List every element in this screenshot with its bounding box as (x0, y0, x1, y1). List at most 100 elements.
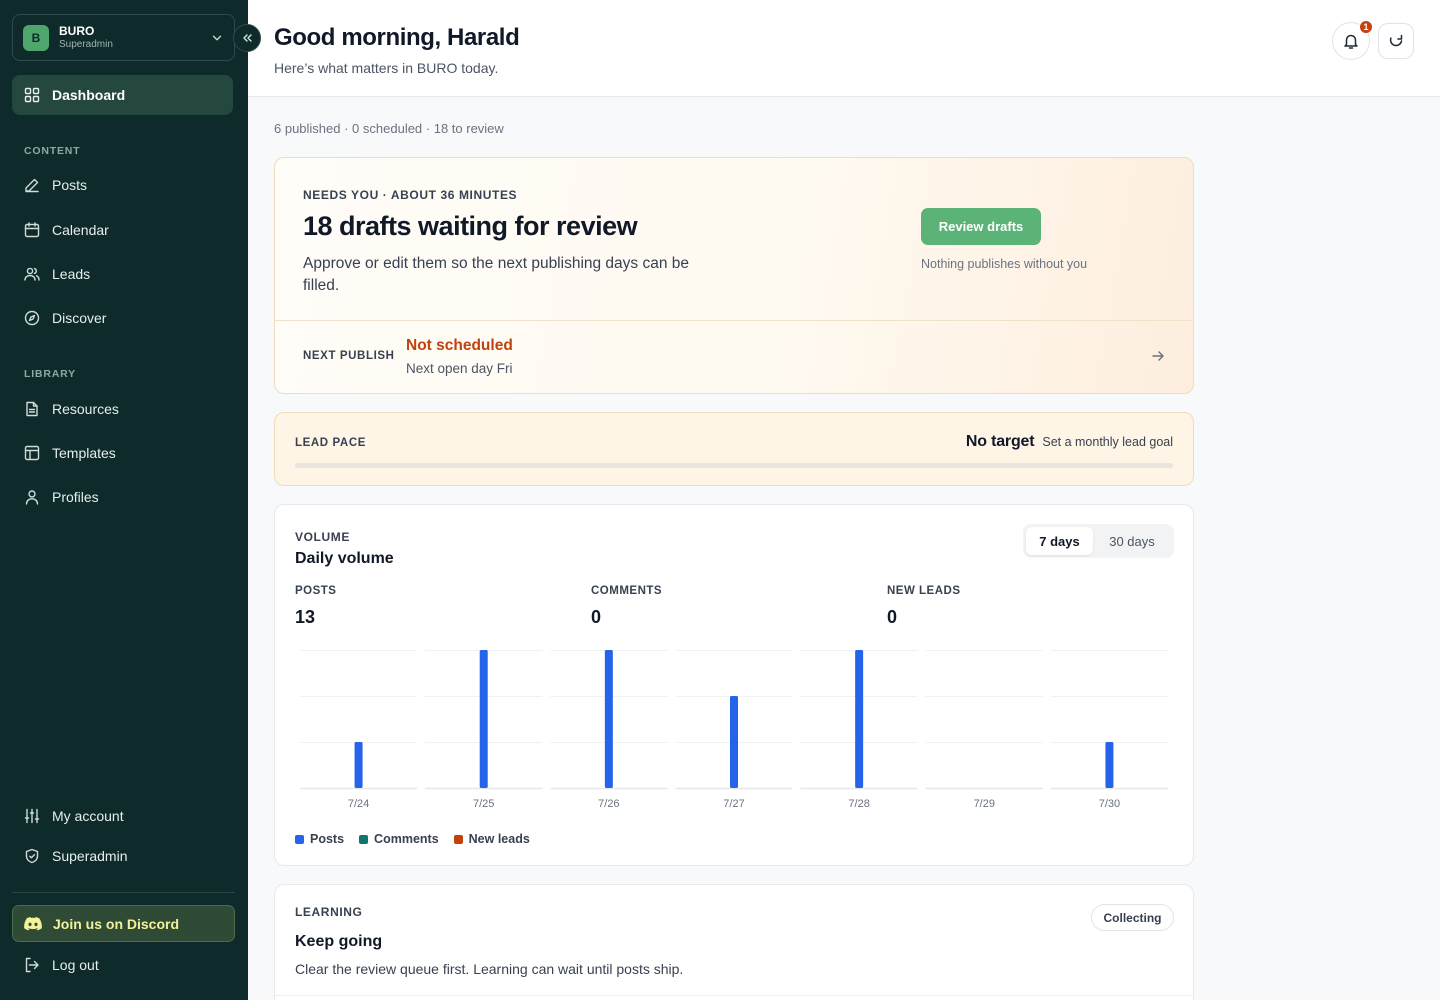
shield-icon (25, 848, 39, 864)
legend-swatch (359, 834, 369, 844)
sidebar-item-dashboard[interactable]: Dashboard (12, 75, 233, 115)
next-publish-status: Not scheduled (406, 337, 513, 354)
notifications-button[interactable]: 1 (1332, 20, 1373, 60)
learning-description: Clear the review queue first. Learning c… (295, 961, 684, 977)
review-title: 18 drafts waiting for review (303, 211, 638, 241)
discord-label: Join us on Discord (53, 915, 180, 932)
lead-pace-card: LEAD PACE No target Set a monthly lead g… (274, 412, 1194, 486)
review-card: NEEDS YOU · ABOUT 36 MINUTES 18 drafts w… (274, 157, 1194, 394)
page-title: Good morning, Harald (274, 24, 520, 51)
sidebar-divider (12, 892, 235, 893)
tick-label: 7/25 (473, 798, 494, 810)
page-subtitle: Here’s what matters in BURO today. (274, 60, 499, 76)
review-drafts-button[interactable]: Review drafts (921, 208, 1041, 245)
sidebar-item-label: Superadmin (52, 848, 128, 864)
tick-label: 7/27 (723, 798, 744, 810)
sidebar-item-posts[interactable]: Posts (12, 165, 233, 205)
chart-legend: Posts Comments New leads (295, 832, 545, 846)
sliders-icon (24, 808, 40, 824)
sidebar-item-templates[interactable]: Templates (12, 433, 233, 473)
bell-icon (1344, 34, 1358, 49)
divider (275, 995, 1193, 996)
sidebar-item-label: Resources (52, 401, 119, 417)
sidebar-item-resources[interactable]: Resources (12, 389, 233, 429)
sidebar-item-calendar[interactable]: Calendar (12, 210, 233, 250)
page-header: Good morning, Harald Here’s what matters… (248, 0, 1440, 97)
sidebar-item-my-account[interactable]: My account (12, 796, 233, 836)
workspace-avatar: B (23, 24, 49, 51)
sidebar-item-label: Leads (52, 266, 91, 282)
divider (275, 320, 1193, 321)
section-label-content: CONTENT (24, 145, 81, 157)
lead-pace-value: No target (965, 433, 1035, 450)
sidebar-item-superadmin[interactable]: Superadmin (12, 836, 233, 876)
legend-item-comments: Comments (359, 832, 439, 846)
bar-posts (855, 650, 864, 788)
bar-posts (730, 696, 738, 788)
sidebar-item-label: My account (52, 808, 124, 824)
sidebar-item-profiles[interactable]: Profiles (12, 477, 233, 517)
bar-posts (479, 650, 488, 788)
grid-icon (24, 87, 40, 103)
sidebar-item-label: Calendar (52, 222, 109, 238)
next-publish-label: NEXT PUBLISH (303, 350, 395, 362)
users-icon (24, 267, 40, 281)
sidebar-item-discover[interactable]: Discover (12, 298, 233, 338)
user-icon (25, 490, 39, 505)
discord-icon (24, 916, 42, 930)
set-lead-goal-link[interactable]: Set a monthly lead goal (1042, 435, 1173, 449)
learning-eyebrow: LEARNING (295, 905, 363, 919)
legend-item-new-leads: New leads (453, 832, 530, 846)
lead-pace-progress (295, 463, 1173, 468)
refresh-icon (1389, 34, 1403, 47)
review-note: Nothing publishes without you (921, 257, 1088, 271)
collapse-sidebar-button[interactable] (233, 24, 261, 52)
next-publish-subtext: Next open day Fri (406, 361, 513, 376)
refresh-button[interactable] (1378, 23, 1414, 59)
sidebar-item-label: Templates (52, 445, 116, 461)
chevrons-left-icon (243, 34, 252, 42)
sidebar: B BURO Superadmin Dashboard CONTENT Post… (0, 0, 248, 1000)
logout-icon (25, 957, 39, 973)
bar-posts (604, 650, 613, 788)
sidebar-item-label: Dashboard (52, 87, 126, 103)
arrow-right-icon[interactable] (1151, 349, 1165, 363)
sidebar-item-label: Posts (52, 177, 88, 193)
review-description: Approve or edit them so the next publish… (303, 255, 690, 294)
volume-card: VOLUME Daily volume 7 days 30 days POSTS… (274, 504, 1194, 866)
summary-line: 6 published · 0 scheduled · 18 to review (274, 121, 504, 136)
status-badge: Collecting (1091, 904, 1174, 931)
tick-label: 7/24 (348, 798, 369, 810)
tick-label: 7/29 (974, 798, 995, 810)
legend-swatch (295, 834, 304, 844)
legend-item-posts: Posts (295, 832, 344, 846)
sidebar-item-label: Discover (52, 310, 107, 326)
review-eyebrow: NEEDS YOU · ABOUT 36 MINUTES (303, 188, 518, 202)
tick-label: 7/30 (1099, 798, 1120, 810)
layout-icon (24, 445, 40, 461)
workspace-switcher[interactable]: B BURO Superadmin (12, 14, 235, 61)
bar-posts (354, 742, 363, 788)
logout-button[interactable]: Log out (12, 945, 233, 985)
lead-pace-label: LEAD PACE (295, 437, 366, 449)
bar-posts (1105, 742, 1114, 788)
learning-title: Keep going (295, 933, 383, 950)
legend-swatch (453, 834, 463, 844)
pencil-icon (25, 178, 39, 193)
document-icon (26, 401, 38, 417)
calendar-icon (24, 222, 40, 238)
logout-label: Log out (52, 957, 99, 973)
notification-badge: 1 (1359, 20, 1373, 34)
daily-volume-chart: 7/24 7/25 7/26 7/27 7/28 7/29 7/30 (300, 650, 1168, 810)
discord-button[interactable]: Join us on Discord (12, 905, 235, 942)
section-label-library: LIBRARY (24, 368, 76, 380)
legend-label: Comments (374, 832, 439, 846)
legend-label: Posts (310, 832, 345, 846)
chevron-down-icon (212, 35, 222, 40)
tick-label: 7/28 (848, 798, 869, 810)
legend-label: New leads (468, 832, 530, 846)
sidebar-item-label: Profiles (52, 489, 99, 505)
learning-card: LEARNING Collecting Keep going Clear the… (274, 884, 1194, 1000)
sidebar-item-leads[interactable]: Leads (12, 254, 233, 294)
tick-label: 7/26 (598, 798, 619, 810)
